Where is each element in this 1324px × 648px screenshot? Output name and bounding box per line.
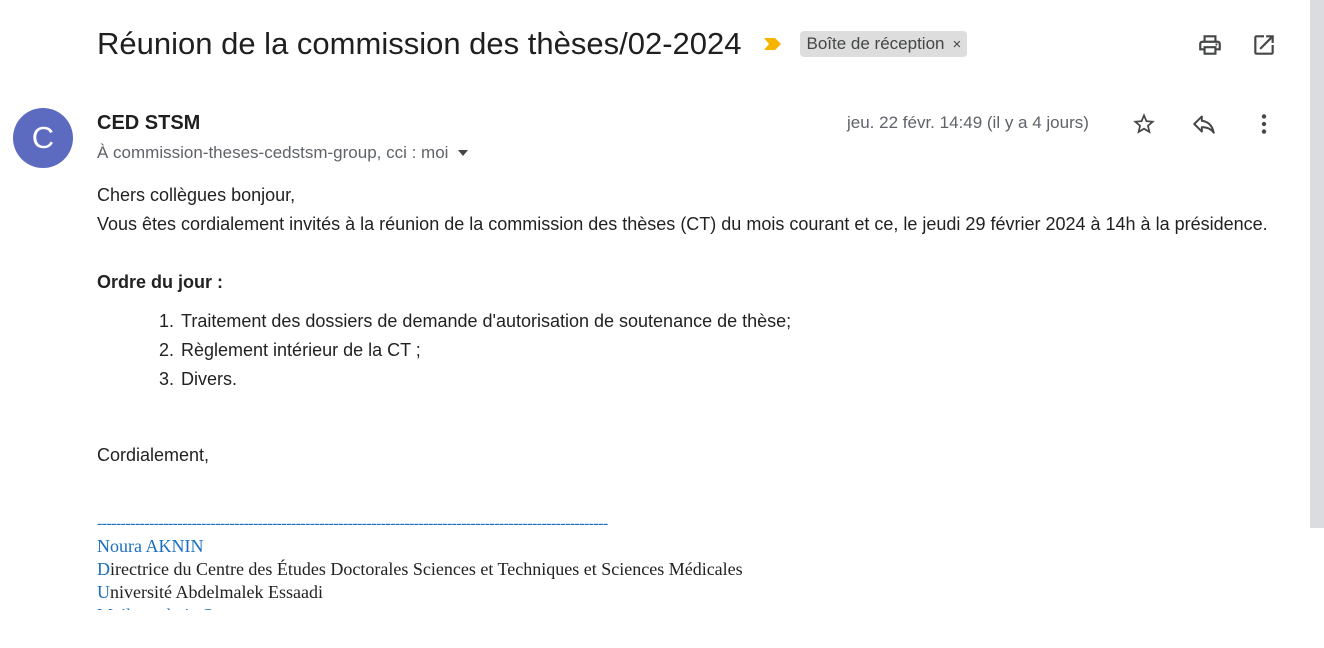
signature-divider: ----------------------------------------… <box>97 515 608 532</box>
star-icon[interactable] <box>1131 111 1157 137</box>
show-details-dropdown-icon[interactable] <box>458 150 469 156</box>
subject-row: Réunion de la commission des thèses/02-2… <box>97 26 968 62</box>
agenda-item: Règlement intérieur de la CT ; <box>179 336 1277 365</box>
invitation-paragraph: Vous êtes cordialement invités à la réun… <box>97 214 1268 234</box>
reply-icon[interactable] <box>1191 111 1217 137</box>
open-in-new-window-icon[interactable] <box>1251 32 1277 58</box>
message-date: jeu. 22 févr. 14:49 (il y a 4 jours) <box>847 113 1089 132</box>
signature-name: Noura AKNIN <box>97 536 204 556</box>
remove-label-button[interactable]: × <box>952 36 961 53</box>
importance-marker-icon[interactable] <box>762 36 784 52</box>
agenda-title: Ordre du jour : <box>97 272 223 292</box>
sender-name[interactable]: CED STSM <box>97 112 200 135</box>
viewport-bottom-mask <box>0 610 1310 648</box>
agenda-item: Traitement des dossiers de demande d'aut… <box>179 307 1277 336</box>
email-view: Réunion de la commission des thèses/02-2… <box>0 0 1324 648</box>
agenda-list: Traitement des dossiers de demande d'aut… <box>97 307 1277 394</box>
sender-avatar[interactable]: C <box>13 108 73 168</box>
more-vert-icon[interactable] <box>1251 111 1277 137</box>
agenda-item: Divers. <box>179 365 1277 394</box>
print-icon[interactable] <box>1197 32 1223 58</box>
label-chip-inbox[interactable]: Boîte de réception × <box>799 31 968 57</box>
label-chip-text: Boîte de réception <box>806 34 945 53</box>
signature-university: Université Abdelmalek Essaadi <box>97 582 323 602</box>
recipients-text: À commission-theses-cedstsm-group, cci :… <box>97 143 449 162</box>
email-subject: Réunion de la commission des thèses/02-2… <box>97 26 742 61</box>
greeting-text: Chers collègues bonjour, <box>97 185 296 205</box>
signature-title: Directrice du Centre des Études Doctoral… <box>97 559 743 579</box>
message-body: Chers collègues bonjour, Vous êtes cordi… <box>97 181 1277 470</box>
closing-text: Cordialement, <box>97 445 210 465</box>
recipients-line: À commission-theses-cedstsm-group, cci :… <box>97 143 469 163</box>
scrollbar-thumb[interactable] <box>1310 0 1324 528</box>
